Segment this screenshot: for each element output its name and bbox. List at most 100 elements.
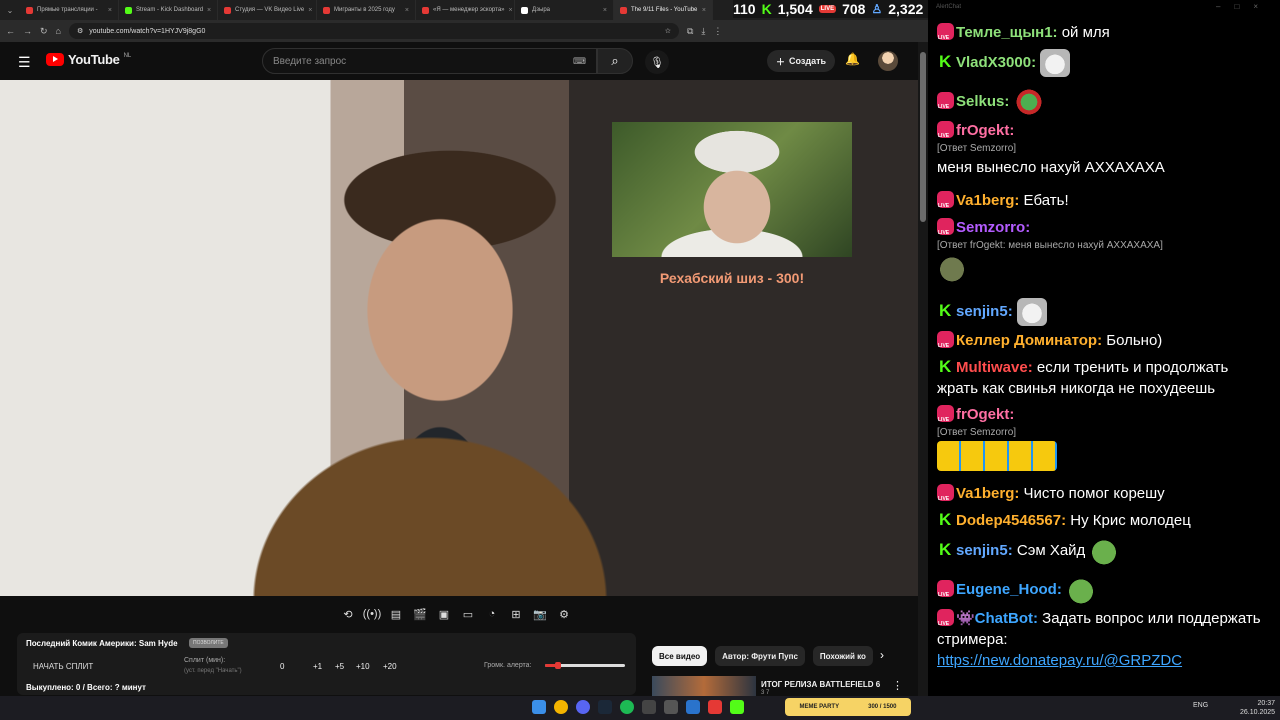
page-scrollbar[interactable] [918, 42, 928, 696]
discord-icon[interactable] [576, 700, 590, 714]
start-split-button[interactable]: НАЧАТЬ СПЛИТ [33, 662, 93, 671]
close-tab-icon[interactable]: × [405, 7, 409, 14]
alert-volume-slider[interactable] [545, 662, 625, 669]
chrome-icon[interactable] [554, 700, 568, 714]
search-input[interactable]: Введите запрос ⌨ [262, 48, 597, 74]
steam-icon[interactable] [598, 700, 612, 714]
chat-username[interactable]: 👾ChatBot [956, 610, 1033, 627]
menu-icon[interactable]: ⋮ [713, 26, 722, 37]
chat-username[interactable]: senjin5 [956, 303, 1008, 320]
chat-username[interactable]: Va1berg [956, 485, 1014, 502]
browser-tab[interactable]: Студия — VK Видео Live × [218, 0, 317, 20]
donate-link[interactable]: https://new.donatepay.ru/@GRPZDC [937, 652, 1182, 669]
add-icon[interactable]: ⊞ [508, 606, 524, 622]
clock-time: 20:37 [1257, 700, 1276, 707]
chat-username[interactable]: senjin5 [956, 542, 1008, 559]
recommended-title[interactable]: ИТОГ РЕЛИЗА BATTLEFIELD 6 [761, 680, 880, 689]
windows-start-icon[interactable] [532, 700, 546, 714]
close-tab-icon[interactable]: × [702, 7, 706, 14]
hamburger-menu-icon[interactable]: ☰ [18, 54, 31, 71]
back-icon[interactable]: ← [6, 26, 15, 36]
recommended-thumbnail[interactable] [652, 676, 756, 696]
chat-username[interactable]: Va1berg [956, 192, 1014, 209]
clock[interactable]: 20:37 26.10.2025 [1240, 699, 1275, 717]
account-avatar[interactable] [878, 51, 898, 71]
playlist-icon[interactable]: ▤ [388, 606, 404, 622]
search-button[interactable]: ⌕ [597, 48, 633, 74]
loop-icon[interactable]: ⟲ [340, 606, 356, 622]
chip-author[interactable]: Автор: Фрути Пупс [715, 646, 805, 666]
screenshot-icon[interactable]: 📷 [532, 606, 548, 622]
chat-username[interactable]: Темле_щын1 [956, 24, 1053, 41]
kick-platform-icon [937, 539, 954, 560]
meme-party-label: МЕМЕ PARTY [799, 704, 840, 710]
youtube-logo[interactable]: YouTube NL [46, 52, 131, 67]
voice-search-button[interactable]: 🎙 [645, 50, 669, 74]
split-sublabel: (уст. перед "Начать") [184, 668, 242, 674]
chat-username[interactable]: frOgekt [956, 406, 1009, 423]
browser-tab[interactable]: Stream - Kick Dashboard × [119, 0, 218, 20]
kick-viewers: 1,504 [777, 1, 813, 17]
speed-icon[interactable]: ◔ [484, 606, 500, 622]
chat-username[interactable]: Multiwave [956, 359, 1028, 376]
chat-username[interactable]: VladX3000 [956, 54, 1031, 71]
notifications-bell-icon[interactable]: 🔔 [845, 52, 860, 66]
forward-icon[interactable]: → [23, 26, 32, 36]
tab-search-icon[interactable]: ⌄ [0, 6, 20, 15]
telegram-icon[interactable] [686, 700, 700, 714]
close-tab-icon[interactable]: × [603, 7, 607, 14]
settings-gear-icon[interactable]: ⚙ [556, 606, 572, 622]
more-options-icon[interactable]: ⋮ [892, 679, 903, 692]
chip-all-videos[interactable]: Все видео [652, 646, 708, 666]
window-controls[interactable]: –□× [1216, 2, 1272, 11]
scrollbar-thumb[interactable] [920, 52, 926, 222]
create-button[interactable]: ＋ Создать [767, 50, 835, 72]
close-tab-icon[interactable]: × [108, 7, 112, 14]
browser-tab[interactable]: The 9/11 Files - YouTube × [614, 0, 713, 20]
home-icon[interactable]: ⌂ [56, 26, 61, 36]
spotify-icon[interactable] [620, 700, 634, 714]
chat-username[interactable]: Dodep4546567 [956, 512, 1061, 529]
close-tab-icon[interactable]: × [207, 7, 211, 14]
browser-tab[interactable]: Мигранты в 2025 году × [317, 0, 416, 20]
extension-icon[interactable]: ⧉ [687, 26, 693, 37]
obs-icon[interactable] [642, 700, 656, 714]
chat-username[interactable]: Semzorro [956, 219, 1025, 236]
kick-app-icon[interactable] [730, 700, 744, 714]
browser-tab[interactable]: «Я — менеджер эскорта» × [416, 0, 515, 20]
url-input[interactable]: ⚙ youtube.com/watch?v=1HYJV9j8gG0 ☆ [68, 23, 679, 39]
browser-tab[interactable]: Дзырa × [515, 0, 614, 20]
meme-party-count: 300 / 1500 [868, 704, 897, 710]
app-icon[interactable] [664, 700, 678, 714]
volume-knob[interactable] [554, 662, 561, 669]
browser-tab[interactable]: Прямые трансляции - × [20, 0, 119, 20]
chat-username[interactable]: frOgekt [956, 122, 1009, 139]
chip-similar[interactable]: Похожий ко [812, 646, 873, 666]
clapper-icon[interactable]: 🎬 [412, 606, 428, 622]
chat-username[interactable]: Selkus [956, 93, 1004, 110]
broadcast-icon[interactable]: ((•)) [363, 606, 382, 622]
bookmark-icon[interactable]: ☆ [665, 27, 671, 35]
chevron-right-icon[interactable]: › [880, 648, 884, 662]
keyboard-icon[interactable]: ⌨ [573, 56, 586, 67]
close-tab-icon[interactable]: × [308, 7, 312, 14]
cinema-icon[interactable]: ▭ [460, 606, 476, 622]
chat-username[interactable]: Eugene_Hood [956, 581, 1057, 598]
download-icon[interactable]: ⤓ [701, 26, 705, 37]
increment-button-5[interactable]: +5 [335, 662, 344, 671]
meme-party-widget[interactable]: МЕМЕ PARTY 300 / 1500 [785, 698, 911, 716]
chat-separator: : [1027, 359, 1037, 376]
close-tab-icon[interactable]: × [509, 7, 513, 14]
panel-badge[interactable]: ПОЗВОЛИТЕ [189, 638, 228, 648]
chat-username[interactable]: Келлер Доминатор [956, 332, 1097, 349]
site-info-icon[interactable]: ⚙ [77, 27, 83, 35]
youtube-app-icon[interactable] [708, 700, 722, 714]
recommended-video[interactable]: ИТОГ РЕЛИЗА BATTLEFIELD 6 3 7 ⋮ [652, 676, 918, 696]
input-language[interactable]: ENG [1193, 702, 1208, 709]
pip-icon[interactable]: ▣ [436, 606, 452, 622]
increment-button-10[interactable]: +10 [356, 662, 370, 671]
increment-button-20[interactable]: +20 [383, 662, 397, 671]
reload-icon[interactable]: ↻ [40, 26, 48, 37]
video-player[interactable]: Рехабский шиз - 300! [0, 80, 918, 596]
increment-button-1[interactable]: +1 [313, 662, 322, 671]
